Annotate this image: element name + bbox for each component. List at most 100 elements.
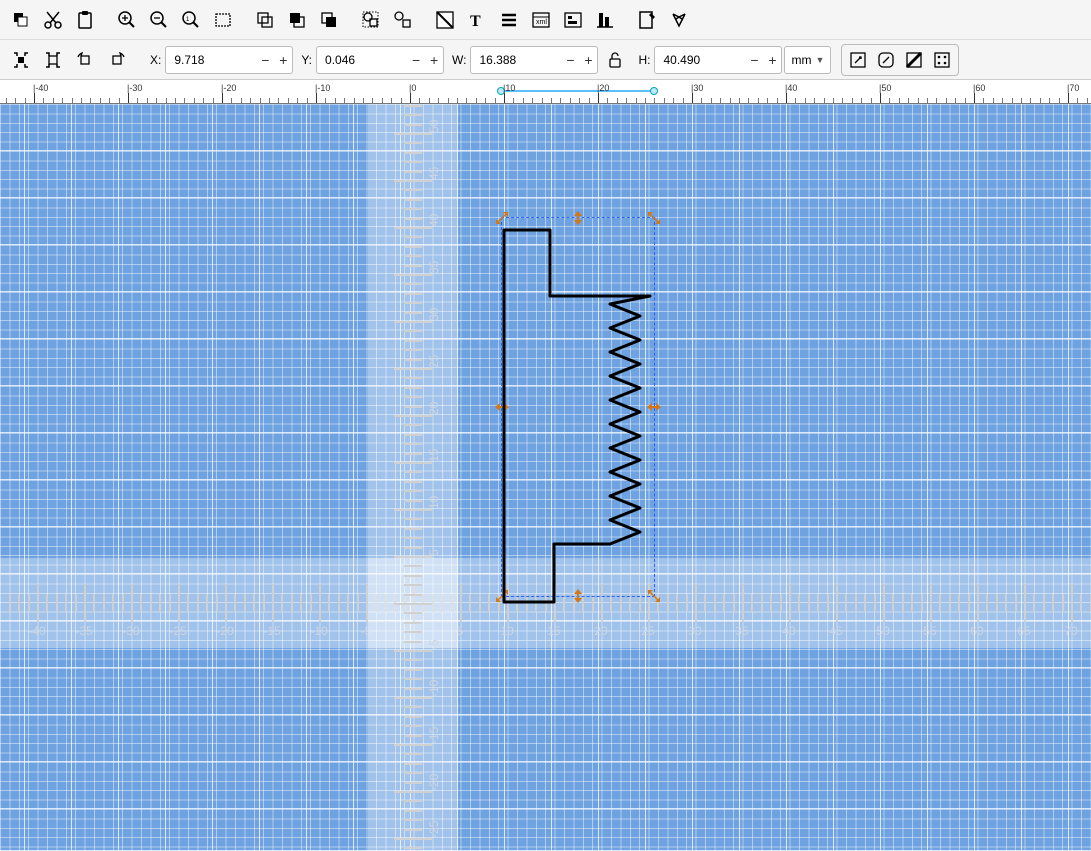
layers-icon[interactable] <box>494 5 524 35</box>
axis-y-label: 10 <box>427 496 441 509</box>
axis-x-label: -40 <box>28 624 45 638</box>
transform-affect-group <box>841 44 959 76</box>
rotate-ccw-icon[interactable] <box>70 45 100 75</box>
ruler-label: |-40 <box>33 83 48 93</box>
clone-icon[interactable] <box>282 5 312 35</box>
ruler-label: |40 <box>785 83 797 93</box>
x-inc[interactable]: + <box>274 47 292 73</box>
unlink-clone-icon[interactable] <box>314 5 344 35</box>
axis-x-label: 40 <box>782 624 795 638</box>
w-input[interactable] <box>471 47 561 73</box>
w-field: − + <box>470 46 598 74</box>
axis-y-label: 50 <box>427 120 441 133</box>
doc-props-icon[interactable] <box>664 5 694 35</box>
axis-x-label: 10 <box>500 624 513 638</box>
h-field: − + <box>654 46 782 74</box>
axis-y-label: -25 <box>427 821 441 838</box>
ruler-label: |-20 <box>221 83 236 93</box>
h-inc[interactable]: + <box>763 47 781 73</box>
canvas[interactable]: -40-35-30-25-20-15-10-551015202530354045… <box>0 104 1091 851</box>
axis-y-label: -20 <box>427 774 441 791</box>
group-icon[interactable] <box>356 5 386 35</box>
move-gradient-icon[interactable] <box>901 48 927 72</box>
axis-y-label: -15 <box>427 727 441 744</box>
select-all-layers-icon[interactable] <box>6 45 36 75</box>
axis-x-label: 60 <box>970 624 983 638</box>
x-label: X: <box>144 53 163 67</box>
selectors-icon[interactable] <box>558 5 588 35</box>
main-toolbar: 1 T xml <box>0 0 1091 40</box>
w-inc[interactable]: + <box>579 47 597 73</box>
y-label: Y: <box>295 53 314 67</box>
axis-x-label: -25 <box>169 624 186 638</box>
ungroup-icon[interactable] <box>388 5 418 35</box>
y-dec[interactable]: − <box>407 47 425 73</box>
ruler-label: |30 <box>691 83 703 93</box>
copy-icon[interactable] <box>6 5 36 35</box>
axis-y-label: 45 <box>427 167 441 180</box>
axis-x-label: -15 <box>263 624 280 638</box>
axis-y-label: 5 <box>427 549 441 556</box>
w-label: W: <box>446 53 468 67</box>
axis-x-label: 45 <box>829 624 842 638</box>
scale-stroke-icon[interactable] <box>845 48 871 72</box>
svg-text:1: 1 <box>186 17 190 23</box>
zoom-out-icon[interactable] <box>144 5 174 35</box>
x-input[interactable] <box>166 47 256 73</box>
axis-x-label: 25 <box>641 624 654 638</box>
zoom-1to1-icon[interactable]: 1 <box>176 5 206 35</box>
axis-y-label: -5 <box>427 639 441 650</box>
y-input[interactable] <box>317 47 407 73</box>
h-dec[interactable]: − <box>745 47 763 73</box>
select-same-icon[interactable] <box>38 45 68 75</box>
axis-x-label: 50 <box>876 624 889 638</box>
xml-icon[interactable]: xml <box>526 5 556 35</box>
axis-y-label: 30 <box>427 308 441 321</box>
y-inc[interactable]: + <box>425 47 443 73</box>
align-icon[interactable] <box>590 5 620 35</box>
unit-selector[interactable]: mm ▼ <box>784 46 831 74</box>
unlock-icon[interactable] <box>600 45 630 75</box>
y-field: − + <box>316 46 444 74</box>
axis-x-label: 70 <box>1064 624 1077 638</box>
ruler-label: |20 <box>597 83 609 93</box>
axis-y-label: 40 <box>427 214 441 227</box>
duplicate-icon[interactable] <box>250 5 280 35</box>
unit-label: mm <box>791 53 811 67</box>
axis-x-label: 65 <box>1017 624 1030 638</box>
chevron-down-icon: ▼ <box>815 55 824 65</box>
svg-text:xml: xml <box>536 19 547 26</box>
axis-x-label: -20 <box>216 624 233 638</box>
cut-icon[interactable] <box>38 5 68 35</box>
rotate-cw-icon[interactable] <box>102 45 132 75</box>
axis-x-label: -30 <box>122 624 139 638</box>
guide-handle-right[interactable] <box>650 87 658 95</box>
ruler-label: |-30 <box>127 83 142 93</box>
scale-corners-icon[interactable] <box>873 48 899 72</box>
ruler-label: |0 <box>409 83 416 93</box>
zoom-fit-icon[interactable] <box>208 5 238 35</box>
fill-stroke-icon[interactable] <box>430 5 460 35</box>
axis-x-label: 55 <box>923 624 936 638</box>
text-tool-icon[interactable]: T <box>462 5 492 35</box>
zoom-in-icon[interactable] <box>112 5 142 35</box>
axis-y-label: 35 <box>427 261 441 274</box>
horizontal-ruler[interactable]: |-40|-30|-20|-10|0|10|20|30|40|50|60|70 <box>0 80 1091 104</box>
h-input[interactable] <box>655 47 745 73</box>
move-pattern-icon[interactable] <box>929 48 955 72</box>
h-label: H: <box>632 53 652 67</box>
paste-icon[interactable] <box>70 5 100 35</box>
ruler-label: |70 <box>1067 83 1079 93</box>
x-dec[interactable]: − <box>256 47 274 73</box>
axis-y-label: 15 <box>427 449 441 462</box>
axis-x-label: 15 <box>547 624 560 638</box>
axis-x-label: 35 <box>735 624 748 638</box>
prefs-icon[interactable] <box>632 5 662 35</box>
axis-x-label: 30 <box>688 624 701 638</box>
selection-indicator <box>501 90 654 92</box>
axis-y-label: 25 <box>427 355 441 368</box>
drawn-path[interactable] <box>500 214 660 604</box>
w-dec[interactable]: − <box>561 47 579 73</box>
axis-y-label: 20 <box>427 402 441 415</box>
ruler-label: |60 <box>973 83 985 93</box>
